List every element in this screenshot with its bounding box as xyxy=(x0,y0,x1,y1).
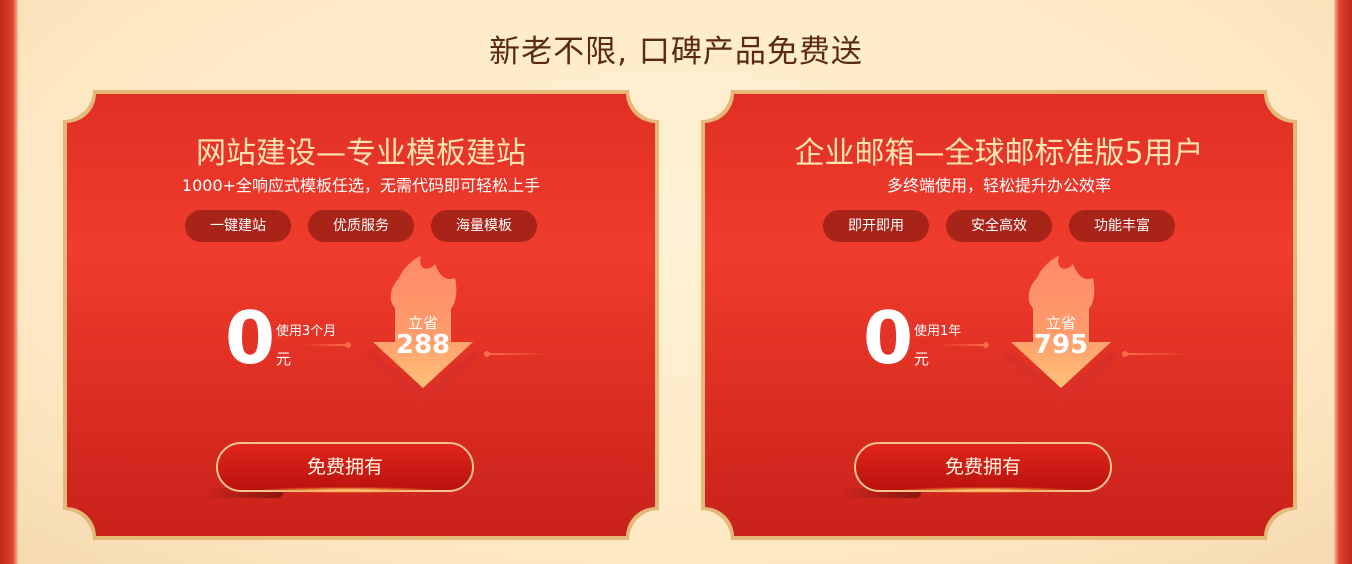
get-free-button[interactable]: 免费拥有 xyxy=(854,442,1112,492)
feature-tag: 安全高效 xyxy=(946,210,1052,242)
button-glow xyxy=(901,487,1071,493)
price-value: 0 xyxy=(225,296,276,380)
product-card-email: 企业邮箱—全球邮标准版5用户 多终端使用，轻松提升办公效率 即开即用 安全高效 … xyxy=(701,90,1297,540)
feature-tag: 优质服务 xyxy=(308,210,414,242)
card-subtitle: 多终端使用，轻松提升办公效率 xyxy=(886,176,1111,195)
price-value: 0 xyxy=(863,296,914,380)
feature-tags: 一键建站 优质服务 海量模板 xyxy=(63,210,659,242)
decor-line xyxy=(489,353,551,355)
save-amount: 288 xyxy=(395,330,451,360)
decor-dot xyxy=(983,342,989,348)
price-unit: 元 xyxy=(914,350,930,368)
feature-tag: 海量模板 xyxy=(431,210,537,242)
price-duration: 使用3个月 xyxy=(276,324,337,339)
decor-dot xyxy=(345,342,351,348)
save-amount: 795 xyxy=(1033,330,1089,360)
product-card-website: 网站建设—专业模板建站 1000+全响应式模板任选，无需代码即可轻松上手 一键建… xyxy=(63,90,659,540)
card-title: 网站建设—专业模板建站 xyxy=(196,136,526,171)
card-title: 企业邮箱—全球邮标准版5用户 xyxy=(794,136,1204,171)
feature-tag: 一键建站 xyxy=(185,210,291,242)
left-decor-border xyxy=(0,0,18,564)
feature-tag: 功能丰富 xyxy=(1069,210,1175,242)
page-title: 新老不限, 口碑产品免费送 xyxy=(489,34,863,70)
price-unit: 元 xyxy=(276,350,292,368)
decor-line xyxy=(1127,353,1189,355)
feature-tags: 即开即用 安全高效 功能丰富 xyxy=(701,210,1297,242)
decor-line xyxy=(941,344,986,346)
decor-line xyxy=(303,344,348,346)
button-glow xyxy=(263,487,433,493)
card-subtitle: 1000+全响应式模板任选，无需代码即可轻松上手 xyxy=(181,176,541,195)
feature-tag: 即开即用 xyxy=(823,210,929,242)
price-duration: 使用1年 xyxy=(914,324,962,339)
right-decor-border xyxy=(1334,0,1352,564)
get-free-button[interactable]: 免费拥有 xyxy=(216,442,474,492)
